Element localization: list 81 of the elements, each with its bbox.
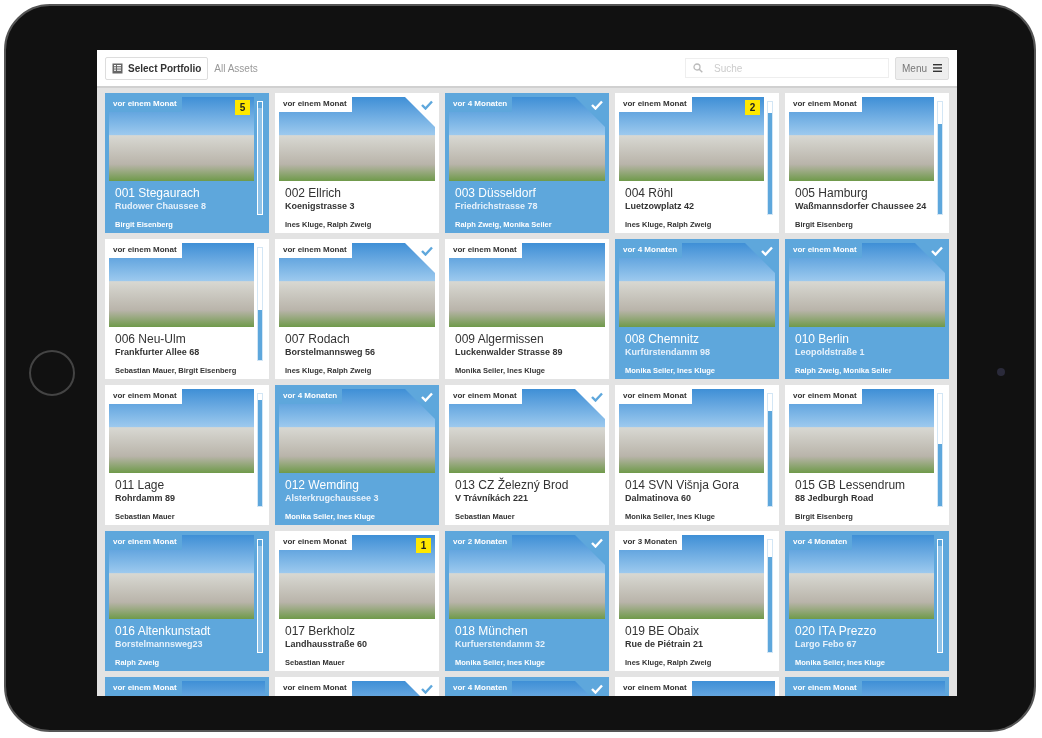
asset-address: Frankfurter Allee 68 xyxy=(115,346,201,358)
age-label: vor 3 Monaten xyxy=(619,535,683,550)
asset-title: 011 Lage xyxy=(115,479,166,493)
count-badge: 5 xyxy=(235,100,250,115)
asset-title: 001 Stegaurach xyxy=(115,187,201,201)
camera-lens xyxy=(997,368,1005,376)
asset-title: 020 ITA Prezzo xyxy=(795,625,878,639)
asset-address: Luetzowplatz 42 xyxy=(625,200,695,212)
age-label: vor einem Monat xyxy=(279,97,352,112)
asset-address: Waßmannsdorfer Chaussee 24 xyxy=(795,200,928,212)
asset-address: Borstelmannsweg 56 xyxy=(285,346,377,358)
asset-address: Luckenwalder Strasse 89 xyxy=(455,346,564,358)
select-portfolio-button[interactable]: Select Portfolio xyxy=(105,56,209,80)
asset-title: 002 Ellrich xyxy=(285,187,343,201)
asset-address: Landhausstraße 60 xyxy=(285,638,369,650)
asset-tile[interactable]: vor einem Monat xyxy=(275,677,439,696)
asset-address: Kurfürstendamm 98 xyxy=(625,346,712,358)
count-badge: 2 xyxy=(745,100,760,115)
asset-address: Rudower Chaussee 8 xyxy=(115,200,208,212)
age-label: vor 2 Monaten xyxy=(449,535,513,550)
age-label: vor einem Monat xyxy=(449,243,522,258)
asset-title: 013 CZ Železný Brod xyxy=(455,479,570,493)
asset-title: 007 Rodach xyxy=(285,333,351,347)
asset-title: 014 SVN Višnja Gora xyxy=(625,479,740,493)
asset-title: 003 Düsseldorf xyxy=(455,187,537,201)
age-label: vor einem Monat xyxy=(109,243,182,258)
asset-address: Rue de Piétrain 21 xyxy=(625,638,705,650)
asset-title: 012 Wemding xyxy=(285,479,360,493)
asset-title: 005 Hamburg xyxy=(795,187,869,201)
age-label: vor einem Monat xyxy=(619,97,692,112)
asset-address: Koenigstrasse 3 xyxy=(285,200,356,212)
asset-title: 019 BE Obaix xyxy=(625,625,701,639)
age-label: vor einem Monat xyxy=(279,243,352,258)
asset-title: 017 Berkholz xyxy=(285,625,357,639)
asset-address: Largo Febo 67 xyxy=(795,638,858,650)
checkmark-icon[interactable] xyxy=(421,246,433,256)
checkmark-icon[interactable] xyxy=(591,392,603,402)
age-label: vor 4 Monaten xyxy=(449,97,513,112)
age-label: vor 4 Monaten xyxy=(619,243,683,258)
asset-address: Friedrichstrasse 78 xyxy=(455,200,539,212)
table-icon xyxy=(112,62,123,74)
age-label: vor einem Monat xyxy=(449,389,522,404)
age-label: vor einem Monat xyxy=(109,389,182,404)
asset-title: 015 GB Lessendrum xyxy=(795,479,907,493)
age-label: vor einem Monat xyxy=(279,535,352,550)
asset-title: 006 Neu-Ulm xyxy=(115,333,187,347)
age-label: vor einem Monat xyxy=(789,243,862,258)
asset-address: Alsterkrugchaussee 3 xyxy=(285,492,380,504)
asset-address: Rohrdamm 89 xyxy=(115,492,177,504)
asset-title: 008 Chemnitz xyxy=(625,333,701,347)
checkmark-icon[interactable] xyxy=(421,100,433,110)
asset-address: Dalmatinova 60 xyxy=(625,492,693,504)
asset-title: 016 Altenkunstadt xyxy=(115,625,212,639)
checkmark-icon[interactable] xyxy=(421,684,433,694)
asset-title: 018 München xyxy=(455,625,529,639)
asset-title: 009 Algermissen xyxy=(455,333,545,347)
age-label: vor einem Monat xyxy=(619,681,692,696)
menu-icon xyxy=(933,64,942,72)
age-label: vor 4 Monaten xyxy=(279,389,343,404)
asset-address: Borstelmannsweg23 xyxy=(115,638,204,650)
home-button[interactable] xyxy=(28,350,75,396)
age-label: vor einem Monat xyxy=(279,681,352,696)
menu-button[interactable]: Menu xyxy=(895,56,949,80)
age-label: vor einem Monat xyxy=(789,681,862,696)
age-label: vor einem Monat xyxy=(109,97,182,112)
age-label: vor einem Monat xyxy=(789,389,862,404)
age-label: vor einem Monat xyxy=(109,681,182,696)
asset-address: V Trávníkách 221 xyxy=(455,492,530,504)
age-label: vor einem Monat xyxy=(109,535,182,550)
count-badge: 1 xyxy=(416,538,431,553)
asset-title: 010 Berlin xyxy=(795,333,851,347)
asset-address: Kurfuerstendamm 32 xyxy=(455,638,547,650)
search-icon xyxy=(693,63,703,73)
asset-title: 004 Röhl xyxy=(625,187,675,201)
age-label: vor einem Monat xyxy=(789,97,862,112)
asset-tile[interactable]: vor einem Monat xyxy=(615,677,779,696)
age-label: vor einem Monat xyxy=(619,389,692,404)
asset-address: Leopoldstraße 1 xyxy=(795,346,866,358)
asset-address: 88 Jedburgh Road xyxy=(795,492,875,504)
age-label: vor 4 Monaten xyxy=(789,535,853,550)
age-label: vor 4 Monaten xyxy=(449,681,513,696)
